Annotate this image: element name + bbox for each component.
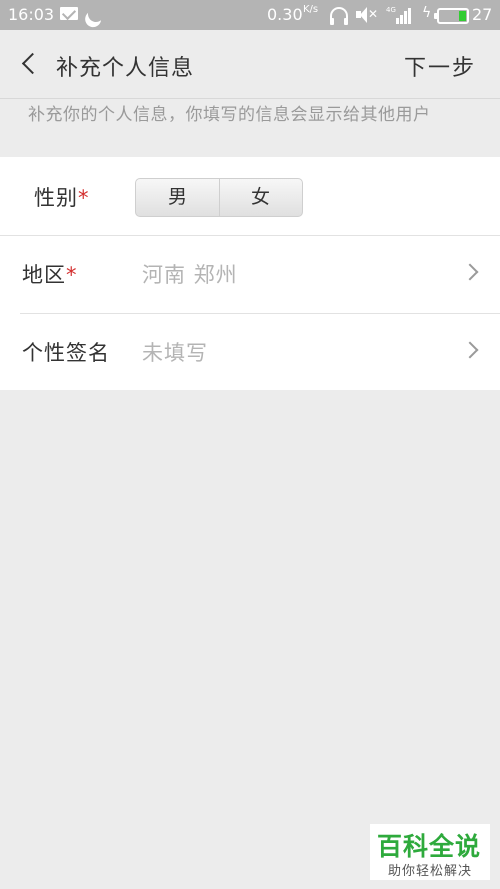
region-label: 地区* — [22, 259, 78, 289]
region-value: 河南 郑州 — [142, 263, 238, 287]
signal-icon: 4G — [386, 6, 412, 24]
region-label-text: 地区 — [22, 263, 66, 287]
gender-row: 性别* 男 女 — [0, 157, 500, 235]
charge-icon: ϟ — [422, 5, 432, 21]
header-divider — [0, 98, 500, 99]
required-mark: * — [66, 263, 78, 287]
signature-value: 未填写 — [142, 341, 208, 365]
signature-label: 个性签名 — [22, 341, 110, 365]
network-type: 4G — [386, 6, 396, 14]
back-button[interactable] — [14, 46, 46, 82]
gender-toggle: 男 女 — [135, 178, 303, 217]
watermark-subtitle: 助你轻松解决 — [387, 864, 472, 879]
network-speed-unit: K/s — [303, 4, 319, 15]
page-title: 补充个人信息 — [56, 56, 195, 81]
header: 补充个人信息 下一步 — [0, 30, 500, 98]
battery-level: 27 — [472, 5, 493, 24]
chevron-left-icon — [21, 52, 44, 75]
headset-icon — [330, 7, 348, 25]
moon-icon — [85, 3, 107, 25]
battery-fill — [459, 11, 466, 21]
watermark-title: 百科全说 — [377, 832, 482, 861]
mute-icon: ✕ — [356, 6, 378, 24]
signature-row[interactable]: 个性签名 未填写 — [0, 313, 500, 390]
mail-icon — [60, 7, 78, 20]
battery-icon — [434, 8, 469, 24]
watermark: 百科全说 助你轻松解决 — [370, 824, 490, 880]
profile-form: 性别* 男 女 地区* 河南 郑州 个性签名 未填写 — [0, 157, 500, 390]
gender-label: 性别* — [34, 182, 90, 212]
gender-option-female[interactable]: 女 — [219, 179, 302, 216]
status-bar: 16:03 0.30 K/s ✕ 4G ϟ 27 — [0, 0, 500, 30]
chevron-right-icon — [461, 263, 479, 281]
gender-label-text: 性别 — [34, 186, 78, 210]
network-speed: 0.30 — [267, 5, 303, 24]
region-row[interactable]: 地区* 河南 郑州 — [0, 235, 500, 312]
next-button[interactable]: 下一步 — [404, 50, 476, 82]
hint-text: 补充你的个人信息，你填写的信息会显示给其他用户 — [28, 105, 431, 125]
gender-option-male[interactable]: 男 — [136, 179, 220, 216]
status-time: 16:03 — [8, 5, 55, 24]
screen: 16:03 0.30 K/s ✕ 4G ϟ 27 补充个人信息 下一步 补充你的… — [0, 0, 500, 889]
chevron-right-icon — [461, 341, 479, 359]
required-mark: * — [78, 186, 90, 210]
